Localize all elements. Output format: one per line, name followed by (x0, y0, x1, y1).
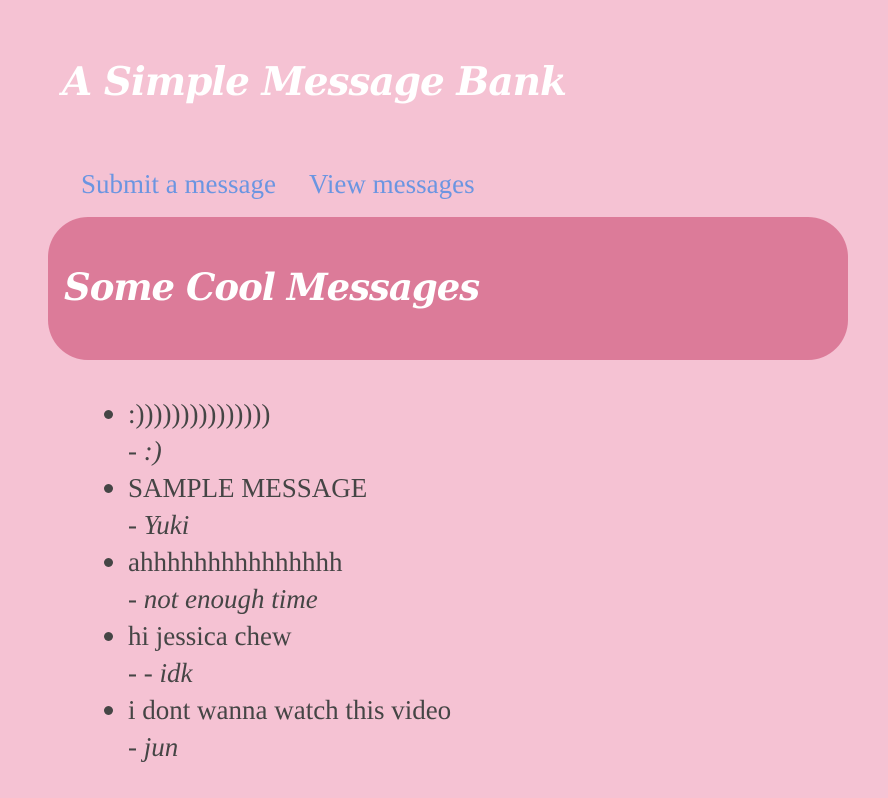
message-author: - :) (128, 433, 451, 470)
message-text: :))))))))))))))) (128, 399, 271, 429)
author-prefix: - (128, 732, 144, 762)
message-item: SAMPLE MESSAGE - Yuki (104, 470, 451, 544)
author-prefix: - (128, 510, 144, 540)
message-author: - - idk (128, 655, 451, 692)
bullet-icon (104, 706, 113, 715)
bullet-icon (104, 632, 113, 641)
author-name: :) (143, 436, 162, 466)
site-title: A Simple Message Bank (62, 59, 567, 105)
message-text: i dont wanna watch this video (128, 695, 452, 725)
message-text: hi jessica chew (128, 621, 292, 651)
author-name: jun (143, 732, 179, 762)
message-text: SAMPLE MESSAGE (128, 473, 368, 503)
bullet-icon (104, 484, 113, 493)
author-prefix: - (128, 436, 144, 466)
view-messages-link[interactable]: View messages (309, 169, 475, 200)
message-author: - Yuki (128, 507, 451, 544)
message-author: - jun (128, 729, 451, 766)
message-list: :))))))))))))))) - :) SAMPLE MESSAGE - Y… (104, 396, 452, 766)
submit-message-link[interactable]: Submit a message (81, 169, 276, 200)
author-name: not enough time (143, 584, 318, 614)
author-prefix: - (128, 584, 144, 614)
message-author: - not enough time (128, 581, 451, 618)
message-text: ahhhhhhhhhhhhhhh (128, 547, 343, 577)
message-item: i dont wanna watch this video - jun (104, 692, 452, 766)
author-name: Yuki (143, 510, 190, 540)
message-item: :))))))))))))))) - :) (104, 396, 451, 470)
main-nav: Submit a message View messages (81, 164, 508, 204)
message-item: hi jessica chew - - idk (104, 618, 451, 692)
messages-banner: Some Cool Messages (48, 217, 848, 360)
author-prefix: - - (128, 658, 160, 688)
bullet-icon (104, 558, 113, 567)
message-item: ahhhhhhhhhhhhhhh - not enough time (104, 544, 451, 618)
banner-title: Some Cool Messages (64, 265, 480, 309)
author-name: idk (159, 658, 193, 688)
bullet-icon (104, 410, 113, 419)
